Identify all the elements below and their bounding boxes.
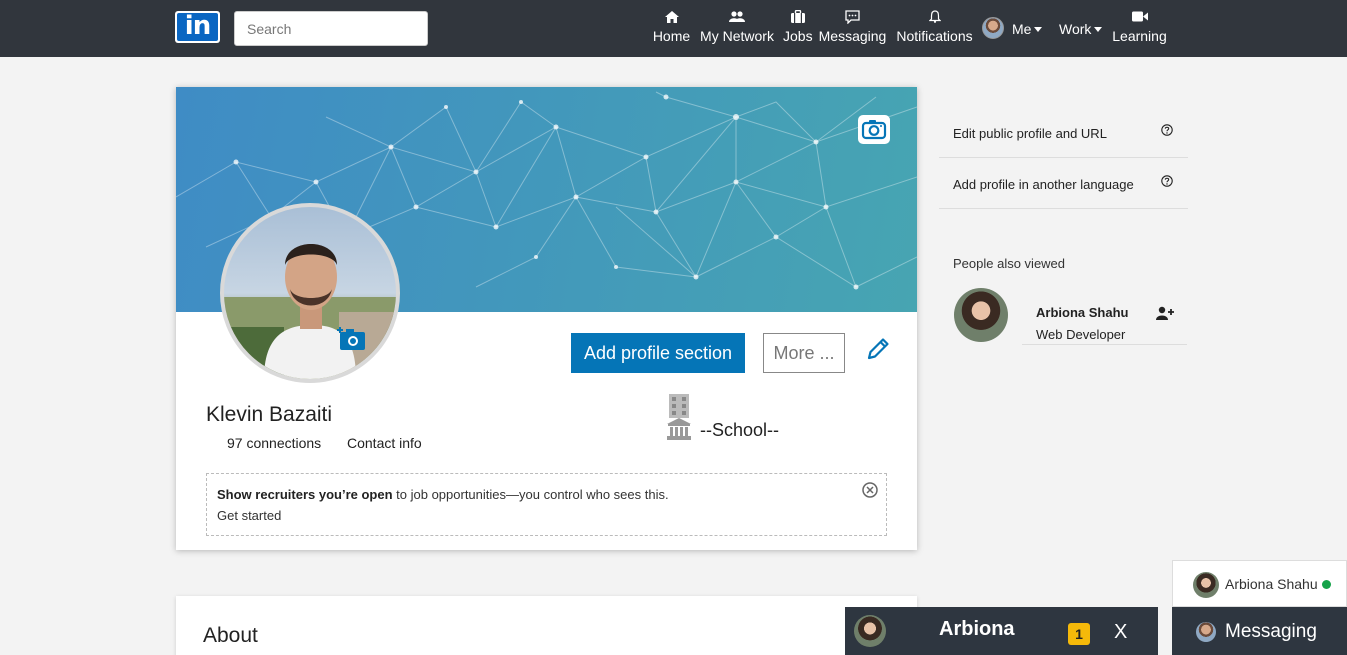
recruiter-message: Show recruiters you’re open to job oppor… [217,487,669,502]
help-icon[interactable] [1161,174,1173,187]
school-icon [667,394,691,440]
nav-home-label: Home [652,28,691,44]
about-title: About [203,624,258,647]
nav-home[interactable]: Home [652,8,691,48]
connections-link[interactable]: 97 connections [227,435,321,451]
nav-messaging[interactable]: Messaging [818,8,887,48]
person-title: Web Developer [1036,327,1126,342]
nav-learning-label: Learning [1112,28,1167,44]
divider [1022,344,1187,345]
nav-work-label: Work [1059,21,1092,37]
nav-my-network[interactable]: My Network [698,8,776,48]
unread-badge: 1 [1068,623,1090,645]
chat-avatar [854,615,886,647]
chevron-down-icon [1094,26,1103,32]
chat-name: Arbiona [939,618,1015,640]
about-card: About [176,596,917,655]
contact-info-link[interactable]: Contact info [347,435,422,451]
linkedin-logo[interactable]: in [175,11,220,43]
avatar-camera-icon[interactable] [336,325,368,353]
briefcase-icon [783,8,812,26]
search-input[interactable] [234,11,428,46]
contact-avatar [1193,572,1219,598]
person-name[interactable]: Arbiona Shahu [1036,305,1128,320]
profile-photo[interactable] [220,203,400,383]
nav-work[interactable]: Work [1059,16,1103,42]
home-icon [652,8,691,26]
add-person-icon[interactable] [1156,306,1174,320]
nav-messaging-label: Messaging [818,28,887,44]
nav-notifications[interactable]: Notifications [894,8,975,48]
me-avatar[interactable] [982,17,1004,39]
nav-jobs[interactable]: Jobs [783,8,813,48]
top-nav: in Home My Network Jobs Messaging Notifi… [0,0,1347,57]
nav-me-label: Me [1012,21,1032,37]
nav-my-network-label: My Network [700,28,774,44]
bell-icon [894,8,975,26]
person-avatar[interactable] [954,288,1008,342]
recruiter-message-rest: to job opportunities—you control who see… [392,487,669,502]
profile-card: Add profile section More ... Klevin Baza… [176,87,917,550]
close-chat-button[interactable]: X [1114,621,1127,644]
my-avatar [1196,622,1216,642]
nav-notifications-label: Notifications [896,28,973,44]
more-button[interactable]: More ... [763,333,845,373]
online-status-dot [1322,580,1331,589]
messaging-bar-label: Messaging [1225,621,1317,642]
add-profile-section-button[interactable]: Add profile section [571,333,745,373]
chat-window-header[interactable]: Arbiona 1 X [845,607,1158,655]
recruiter-message-bold: Show recruiters you’re open [217,487,393,502]
video-icon [1112,8,1167,26]
open-to-work-banner: Show recruiters you’re open to job oppor… [206,473,887,536]
edit-public-profile-link[interactable]: Edit public profile and URL [953,126,1107,141]
nav-learning[interactable]: Learning [1112,8,1167,48]
logo-text: in [177,13,218,41]
nav-me[interactable]: Me [1012,16,1043,42]
contact-name: Arbiona Shahu [1225,576,1318,592]
add-language-profile-link[interactable]: Add profile in another language [953,177,1134,192]
divider [939,157,1188,158]
profile-name: Klevin Bazaiti [206,403,333,426]
messaging-bar[interactable]: Messaging [1172,607,1347,655]
pencil-icon[interactable] [865,336,891,362]
chat-icon [818,8,887,26]
banner-camera-icon[interactable] [858,115,890,144]
chevron-down-icon [1034,26,1043,32]
school-name[interactable]: --School-- [700,420,779,441]
divider [939,208,1188,209]
close-icon[interactable] [861,481,879,499]
messaging-contact-item[interactable]: Arbiona Shahu [1172,560,1347,607]
nav-jobs-label: Jobs [783,28,813,44]
people-also-viewed-heading: People also viewed [953,256,1066,271]
network-icon [698,8,776,26]
help-icon[interactable] [1161,123,1173,136]
get-started-link[interactable]: Get started [217,508,281,523]
